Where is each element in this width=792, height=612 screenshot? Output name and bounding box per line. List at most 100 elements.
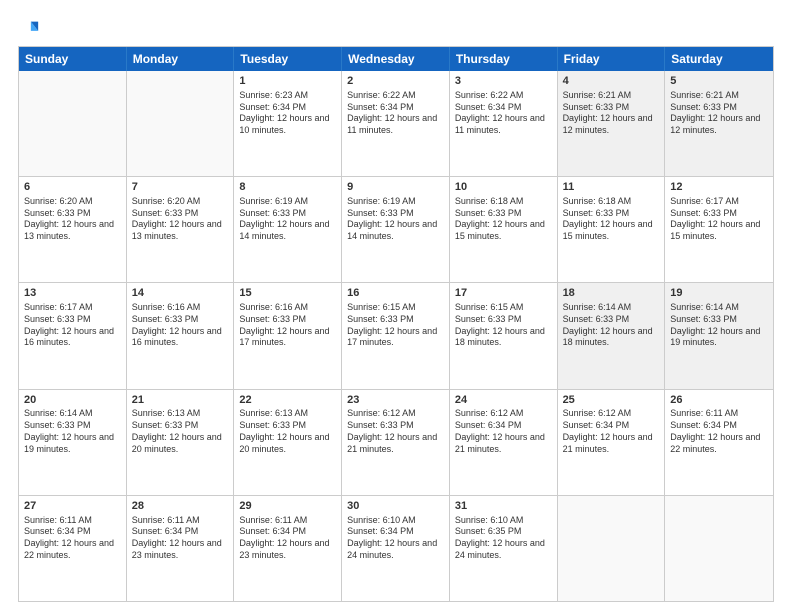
- day-info: Sunrise: 6:17 AM Sunset: 6:33 PM Dayligh…: [670, 196, 768, 243]
- day-info: Sunrise: 6:10 AM Sunset: 6:34 PM Dayligh…: [347, 515, 444, 562]
- day-number: 4: [563, 74, 660, 89]
- day-cell: 9Sunrise: 6:19 AM Sunset: 6:33 PM Daylig…: [342, 177, 450, 282]
- day-cell: 4Sunrise: 6:21 AM Sunset: 6:33 PM Daylig…: [558, 71, 666, 176]
- day-number: 24: [455, 393, 552, 408]
- header-cell-tuesday: Tuesday: [234, 47, 342, 71]
- day-info: Sunrise: 6:13 AM Sunset: 6:33 PM Dayligh…: [132, 408, 229, 455]
- day-cell: 14Sunrise: 6:16 AM Sunset: 6:33 PM Dayli…: [127, 283, 235, 388]
- day-number: 3: [455, 74, 552, 89]
- day-cell: 28Sunrise: 6:11 AM Sunset: 6:34 PM Dayli…: [127, 496, 235, 601]
- day-cell: 21Sunrise: 6:13 AM Sunset: 6:33 PM Dayli…: [127, 390, 235, 495]
- day-info: Sunrise: 6:21 AM Sunset: 6:33 PM Dayligh…: [563, 90, 660, 137]
- day-info: Sunrise: 6:13 AM Sunset: 6:33 PM Dayligh…: [239, 408, 336, 455]
- calendar: SundayMondayTuesdayWednesdayThursdayFrid…: [18, 46, 774, 602]
- day-number: 7: [132, 180, 229, 195]
- day-number: 2: [347, 74, 444, 89]
- header-cell-sunday: Sunday: [19, 47, 127, 71]
- day-cell: [665, 496, 773, 601]
- day-cell: 30Sunrise: 6:10 AM Sunset: 6:34 PM Dayli…: [342, 496, 450, 601]
- day-cell: 19Sunrise: 6:14 AM Sunset: 6:33 PM Dayli…: [665, 283, 773, 388]
- day-cell: 23Sunrise: 6:12 AM Sunset: 6:33 PM Dayli…: [342, 390, 450, 495]
- day-info: Sunrise: 6:19 AM Sunset: 6:33 PM Dayligh…: [347, 196, 444, 243]
- day-cell: 17Sunrise: 6:15 AM Sunset: 6:33 PM Dayli…: [450, 283, 558, 388]
- calendar-page: SundayMondayTuesdayWednesdayThursdayFrid…: [0, 0, 792, 612]
- day-cell: 22Sunrise: 6:13 AM Sunset: 6:33 PM Dayli…: [234, 390, 342, 495]
- day-number: 1: [239, 74, 336, 89]
- day-cell: 3Sunrise: 6:22 AM Sunset: 6:34 PM Daylig…: [450, 71, 558, 176]
- day-number: 18: [563, 286, 660, 301]
- day-number: 8: [239, 180, 336, 195]
- day-info: Sunrise: 6:23 AM Sunset: 6:34 PM Dayligh…: [239, 90, 336, 137]
- day-info: Sunrise: 6:21 AM Sunset: 6:33 PM Dayligh…: [670, 90, 768, 137]
- day-info: Sunrise: 6:16 AM Sunset: 6:33 PM Dayligh…: [132, 302, 229, 349]
- week-row-2: 13Sunrise: 6:17 AM Sunset: 6:33 PM Dayli…: [19, 282, 773, 388]
- day-number: 20: [24, 393, 121, 408]
- day-info: Sunrise: 6:17 AM Sunset: 6:33 PM Dayligh…: [24, 302, 121, 349]
- day-number: 29: [239, 499, 336, 514]
- day-number: 22: [239, 393, 336, 408]
- day-cell: [558, 496, 666, 601]
- day-info: Sunrise: 6:14 AM Sunset: 6:33 PM Dayligh…: [563, 302, 660, 349]
- day-cell: 25Sunrise: 6:12 AM Sunset: 6:34 PM Dayli…: [558, 390, 666, 495]
- day-cell: 8Sunrise: 6:19 AM Sunset: 6:33 PM Daylig…: [234, 177, 342, 282]
- day-number: 13: [24, 286, 121, 301]
- day-number: 11: [563, 180, 660, 195]
- week-row-3: 20Sunrise: 6:14 AM Sunset: 6:33 PM Dayli…: [19, 389, 773, 495]
- header-cell-monday: Monday: [127, 47, 235, 71]
- day-info: Sunrise: 6:12 AM Sunset: 6:33 PM Dayligh…: [347, 408, 444, 455]
- day-cell: 31Sunrise: 6:10 AM Sunset: 6:35 PM Dayli…: [450, 496, 558, 601]
- day-number: 9: [347, 180, 444, 195]
- day-info: Sunrise: 6:10 AM Sunset: 6:35 PM Dayligh…: [455, 515, 552, 562]
- day-info: Sunrise: 6:11 AM Sunset: 6:34 PM Dayligh…: [132, 515, 229, 562]
- day-info: Sunrise: 6:14 AM Sunset: 6:33 PM Dayligh…: [24, 408, 121, 455]
- header-cell-wednesday: Wednesday: [342, 47, 450, 71]
- header: [18, 18, 774, 36]
- day-number: 6: [24, 180, 121, 195]
- day-cell: 15Sunrise: 6:16 AM Sunset: 6:33 PM Dayli…: [234, 283, 342, 388]
- day-cell: 18Sunrise: 6:14 AM Sunset: 6:33 PM Dayli…: [558, 283, 666, 388]
- day-number: 19: [670, 286, 768, 301]
- day-number: 27: [24, 499, 121, 514]
- day-cell: 1Sunrise: 6:23 AM Sunset: 6:34 PM Daylig…: [234, 71, 342, 176]
- day-cell: 20Sunrise: 6:14 AM Sunset: 6:33 PM Dayli…: [19, 390, 127, 495]
- day-info: Sunrise: 6:15 AM Sunset: 6:33 PM Dayligh…: [455, 302, 552, 349]
- day-cell: 5Sunrise: 6:21 AM Sunset: 6:33 PM Daylig…: [665, 71, 773, 176]
- day-number: 16: [347, 286, 444, 301]
- day-cell: [127, 71, 235, 176]
- day-number: 15: [239, 286, 336, 301]
- day-cell: 26Sunrise: 6:11 AM Sunset: 6:34 PM Dayli…: [665, 390, 773, 495]
- header-cell-thursday: Thursday: [450, 47, 558, 71]
- calendar-header-row: SundayMondayTuesdayWednesdayThursdayFrid…: [19, 47, 773, 71]
- day-info: Sunrise: 6:20 AM Sunset: 6:33 PM Dayligh…: [132, 196, 229, 243]
- day-cell: [19, 71, 127, 176]
- day-number: 21: [132, 393, 229, 408]
- day-cell: 6Sunrise: 6:20 AM Sunset: 6:33 PM Daylig…: [19, 177, 127, 282]
- day-info: Sunrise: 6:22 AM Sunset: 6:34 PM Dayligh…: [455, 90, 552, 137]
- day-cell: 12Sunrise: 6:17 AM Sunset: 6:33 PM Dayli…: [665, 177, 773, 282]
- day-info: Sunrise: 6:22 AM Sunset: 6:34 PM Dayligh…: [347, 90, 444, 137]
- day-number: 17: [455, 286, 552, 301]
- day-cell: 7Sunrise: 6:20 AM Sunset: 6:33 PM Daylig…: [127, 177, 235, 282]
- week-row-0: 1Sunrise: 6:23 AM Sunset: 6:34 PM Daylig…: [19, 71, 773, 176]
- day-cell: 16Sunrise: 6:15 AM Sunset: 6:33 PM Dayli…: [342, 283, 450, 388]
- day-info: Sunrise: 6:14 AM Sunset: 6:33 PM Dayligh…: [670, 302, 768, 349]
- day-info: Sunrise: 6:11 AM Sunset: 6:34 PM Dayligh…: [24, 515, 121, 562]
- day-info: Sunrise: 6:12 AM Sunset: 6:34 PM Dayligh…: [455, 408, 552, 455]
- calendar-body: 1Sunrise: 6:23 AM Sunset: 6:34 PM Daylig…: [19, 71, 773, 601]
- day-info: Sunrise: 6:15 AM Sunset: 6:33 PM Dayligh…: [347, 302, 444, 349]
- day-info: Sunrise: 6:11 AM Sunset: 6:34 PM Dayligh…: [239, 515, 336, 562]
- day-cell: 11Sunrise: 6:18 AM Sunset: 6:33 PM Dayli…: [558, 177, 666, 282]
- day-cell: 24Sunrise: 6:12 AM Sunset: 6:34 PM Dayli…: [450, 390, 558, 495]
- day-info: Sunrise: 6:18 AM Sunset: 6:33 PM Dayligh…: [455, 196, 552, 243]
- day-number: 14: [132, 286, 229, 301]
- day-cell: 10Sunrise: 6:18 AM Sunset: 6:33 PM Dayli…: [450, 177, 558, 282]
- day-info: Sunrise: 6:18 AM Sunset: 6:33 PM Dayligh…: [563, 196, 660, 243]
- day-info: Sunrise: 6:11 AM Sunset: 6:34 PM Dayligh…: [670, 408, 768, 455]
- day-number: 25: [563, 393, 660, 408]
- header-cell-friday: Friday: [558, 47, 666, 71]
- day-number: 10: [455, 180, 552, 195]
- logo-icon: [18, 18, 40, 40]
- day-number: 30: [347, 499, 444, 514]
- day-info: Sunrise: 6:19 AM Sunset: 6:33 PM Dayligh…: [239, 196, 336, 243]
- week-row-1: 6 Sunrise: 6:20 AM Sunset: 6:33 PM Daylig…: [19, 176, 773, 282]
